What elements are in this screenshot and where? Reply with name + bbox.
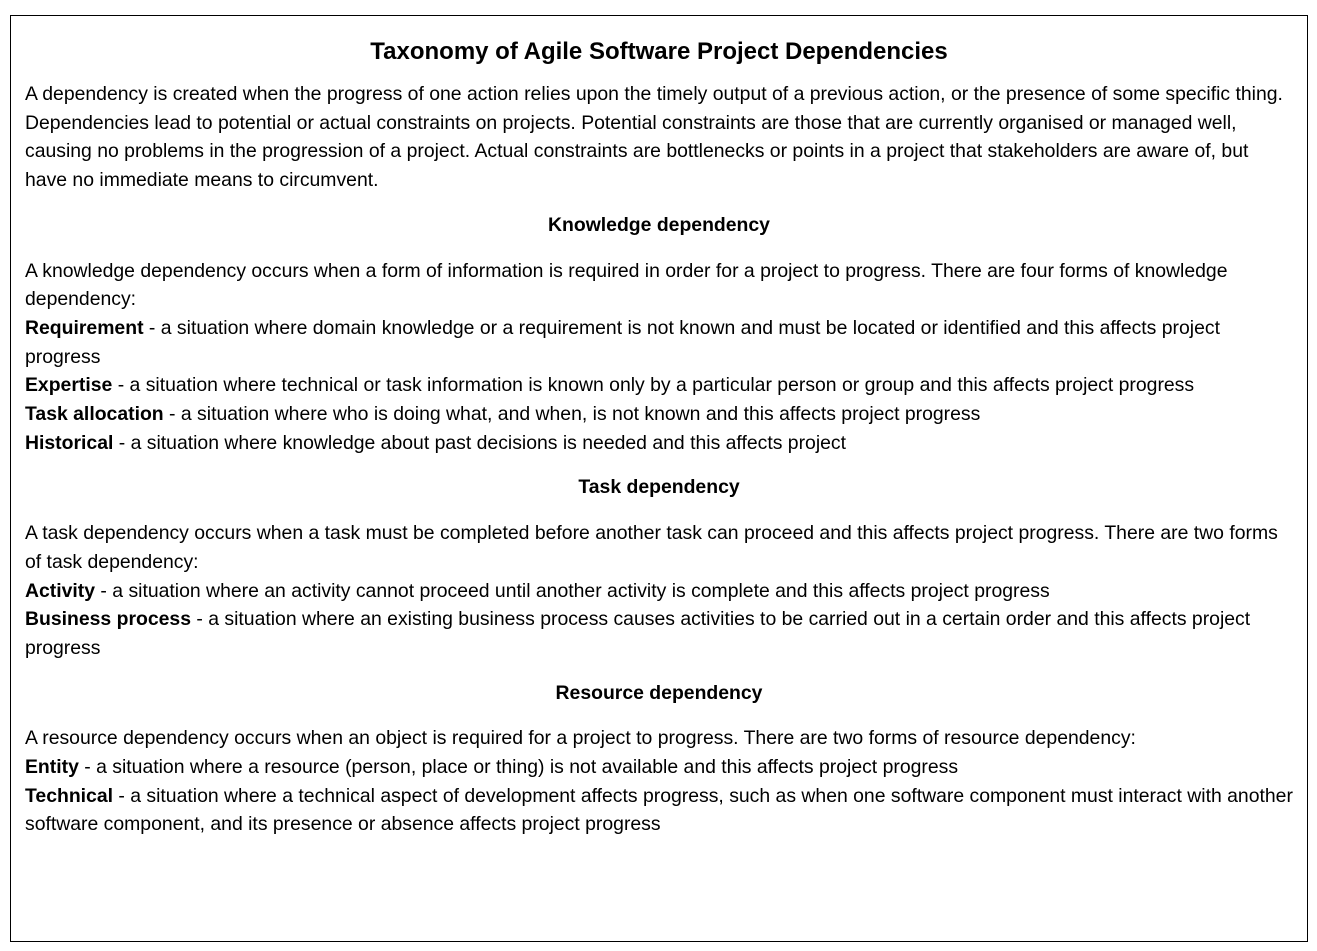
definition-term: Historical xyxy=(25,431,114,454)
section-description: A knowledge dependency occurs when a for… xyxy=(25,259,1228,311)
section-heading: Resource dependency xyxy=(555,681,763,704)
definition-item: Historical - a situation where knowledge… xyxy=(25,429,1293,458)
section-description: A resource dependency occurs when an obj… xyxy=(25,727,1136,750)
definition-item: Task allocation - a situation where who … xyxy=(25,400,1293,429)
definition-item: Expertise - a situation where technical … xyxy=(25,371,1293,400)
definition-item: Entity - a situation where a resource (p… xyxy=(25,753,1293,782)
definition-term: Expertise xyxy=(25,374,113,397)
definition-term: Requirement xyxy=(25,316,144,339)
section-heading: Task dependency xyxy=(578,476,740,499)
document-title: Taxonomy of Agile Software Project Depen… xyxy=(370,38,948,65)
section-description: A task dependency occurs when a task mus… xyxy=(25,522,1278,573)
definition-text: - a situation where who is doing what, a… xyxy=(163,403,981,426)
section-heading: Knowledge dependency xyxy=(548,213,770,236)
definition-term: Business process xyxy=(25,608,191,631)
definition-text: - a situation where an existing business… xyxy=(25,608,1251,659)
definition-text: - a situation where domain knowledge or … xyxy=(25,316,1220,368)
definition-text: - a situation where a resource (person, … xyxy=(78,756,959,779)
definition-term: Activity xyxy=(25,579,96,602)
definition-item: Requirement - a situation where domain k… xyxy=(25,314,1293,371)
definition-item: Technical - a situation where a technica… xyxy=(25,782,1293,839)
definition-term: Entity xyxy=(25,756,79,779)
intro-paragraph: A dependency is created when the progres… xyxy=(25,83,1283,192)
document-frame: Taxonomy of Agile Software Project Depen… xyxy=(10,15,1308,942)
section-task-dependency: Task dependency A task dependency occurs… xyxy=(25,473,1293,662)
section-resource-dependency: Resource dependency A resource dependenc… xyxy=(25,679,1293,840)
section-knowledge-dependency: Knowledge dependency A knowledge depende… xyxy=(25,211,1293,458)
definition-item: Activity - a situation where an activity… xyxy=(25,577,1293,606)
definition-item: Business process - a situation where an … xyxy=(25,605,1293,662)
definition-term: Technical xyxy=(25,784,114,807)
definition-term: Task allocation xyxy=(25,403,164,426)
definition-text: - a situation where technical or task in… xyxy=(112,374,1195,397)
definition-text: - a situation where a technical aspect o… xyxy=(25,784,1293,836)
definition-text: - a situation where an activity cannot p… xyxy=(95,579,1050,602)
definition-text: - a situation where knowledge about past… xyxy=(113,431,847,454)
